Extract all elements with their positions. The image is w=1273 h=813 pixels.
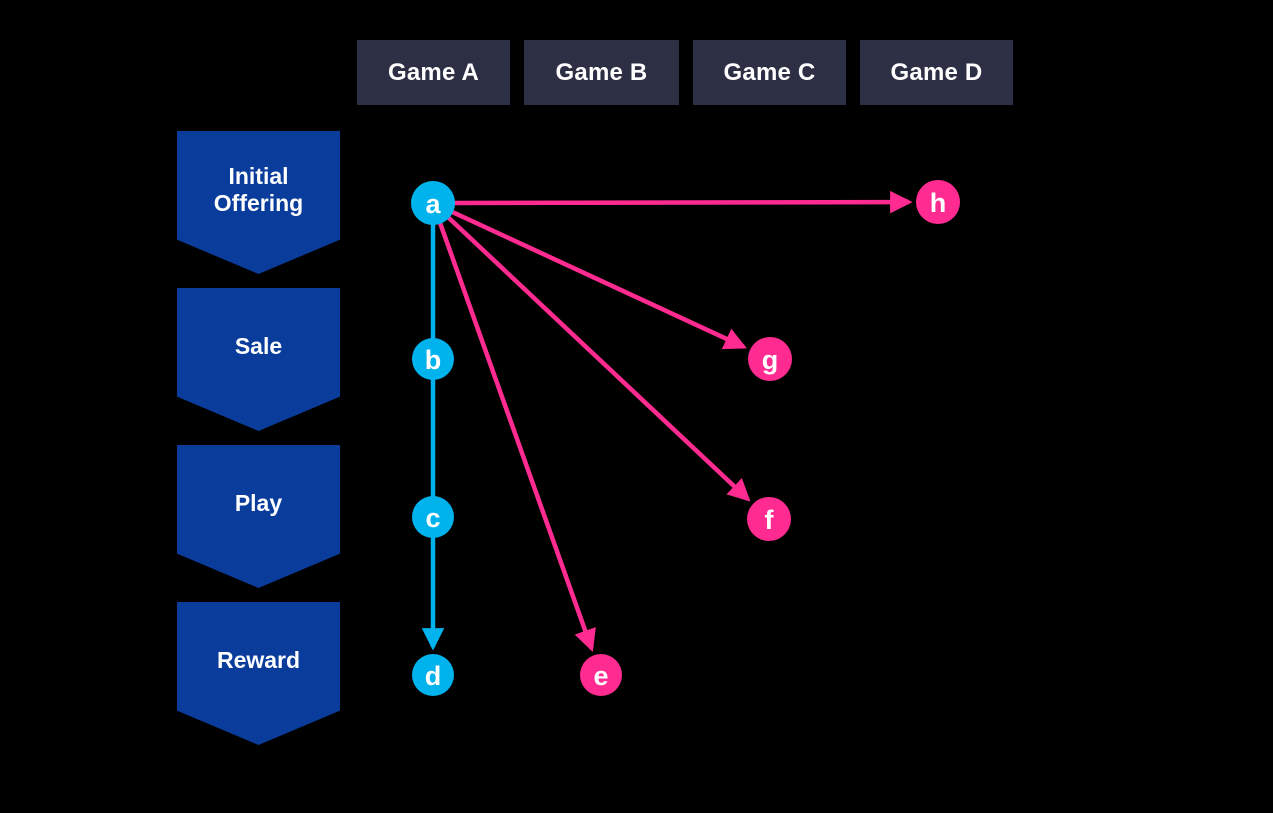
graph-node-h-label: h: [930, 188, 947, 218]
edge-a-h: [452, 190, 913, 214]
graph-node-f[interactable]: f: [747, 497, 791, 541]
graph-node-d-label: d: [425, 661, 442, 691]
diagram-canvas: Game A Game B Game C Game D Initial Offe…: [0, 0, 1273, 813]
edge-a-f: [446, 215, 751, 502]
edge-a-g: [450, 209, 747, 350]
graph-node-f-label: f: [765, 505, 775, 535]
graph-node-b[interactable]: b: [412, 338, 454, 380]
graph-node-b-label: b: [425, 345, 442, 375]
graph-node-h[interactable]: h: [916, 180, 960, 224]
graph-node-c-label: c: [425, 503, 440, 533]
graph-node-d[interactable]: d: [412, 654, 454, 696]
graph-node-g[interactable]: g: [748, 337, 792, 381]
token-flow-graph: a b c d e f g h: [411, 180, 960, 696]
edge-layer: [421, 190, 913, 653]
graph-node-a-label: a: [425, 189, 441, 219]
graph-node-e-label: e: [593, 661, 608, 691]
graph-node-g-label: g: [762, 345, 779, 375]
edge-a-e: [437, 221, 596, 653]
graph-node-a[interactable]: a: [411, 181, 455, 225]
graph-node-c[interactable]: c: [412, 496, 454, 538]
graph-node-e[interactable]: e: [580, 654, 622, 696]
